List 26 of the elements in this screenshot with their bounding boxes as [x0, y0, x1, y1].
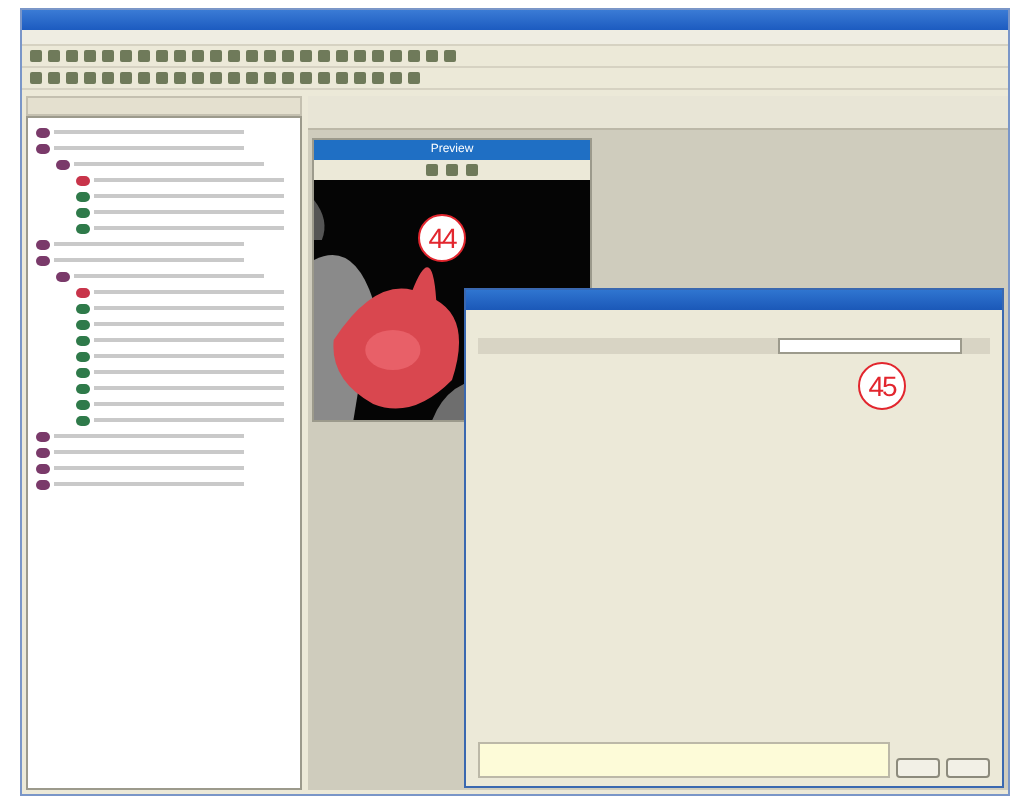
node-icon[interactable]	[76, 319, 90, 329]
node-icon[interactable]	[76, 207, 90, 217]
node-icon[interactable]	[76, 415, 90, 425]
node-icon[interactable]	[56, 271, 70, 281]
node-icon[interactable]	[36, 143, 50, 153]
node-icon[interactable]	[76, 335, 90, 345]
node-icon[interactable]	[36, 479, 50, 489]
node-icon[interactable]	[76, 303, 90, 313]
node-icon[interactable]	[36, 239, 50, 249]
node-icon[interactable]	[56, 159, 70, 169]
node-icon[interactable]	[36, 431, 50, 441]
node-icon[interactable]	[36, 463, 50, 473]
node-icon[interactable]	[36, 255, 50, 265]
node-icon[interactable]	[76, 367, 90, 377]
node-icon[interactable]	[76, 383, 90, 393]
node-icon[interactable]	[76, 287, 90, 297]
node-icon[interactable]	[36, 127, 50, 137]
dialog-button[interactable]	[896, 758, 940, 778]
node-icon[interactable]	[76, 175, 90, 185]
node-icon[interactable]	[76, 399, 90, 409]
node-icon[interactable]	[76, 351, 90, 361]
node-icon[interactable]	[76, 223, 90, 233]
node-icon[interactable]	[36, 447, 50, 457]
node-icon[interactable]	[76, 191, 90, 201]
dialog-button[interactable]	[946, 758, 990, 778]
input-field[interactable]	[778, 338, 962, 354]
